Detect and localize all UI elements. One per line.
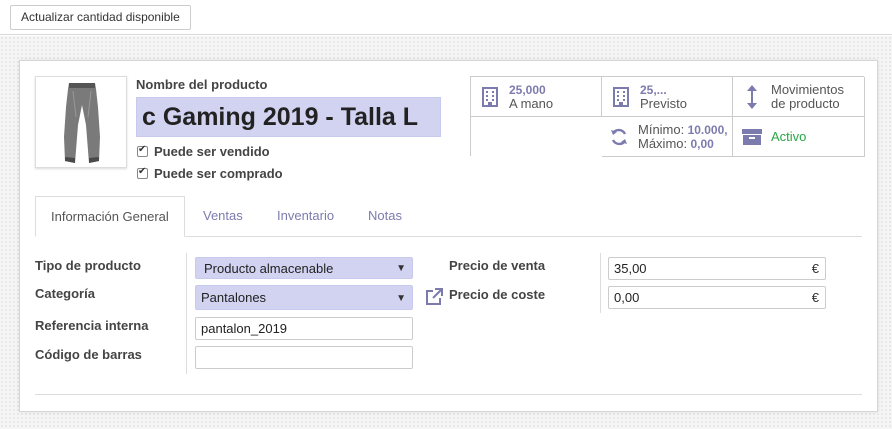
can-be-sold-checkbox[interactable]: Puede ser vendido bbox=[137, 144, 270, 159]
min-value: 10.000, bbox=[687, 122, 728, 137]
product-name-input[interactable]: c Gaming 2019 - Talla L bbox=[136, 97, 441, 137]
tab-sales[interactable]: Ventas bbox=[203, 196, 243, 237]
barcode-input[interactable] bbox=[195, 346, 413, 369]
checkbox-checked-icon bbox=[137, 144, 148, 157]
product-type-label: Tipo de producto bbox=[35, 258, 141, 273]
active-label: Activo bbox=[771, 129, 807, 144]
archive-icon bbox=[741, 128, 763, 146]
max-label: Máximo: bbox=[638, 135, 688, 151]
form-background: Nombre del producto c Gaming 2019 - Tall… bbox=[0, 36, 892, 429]
on-hand-button[interactable]: 25,000 A mano bbox=[471, 77, 602, 117]
label-separator bbox=[186, 253, 187, 374]
can-be-purchased-checkbox[interactable]: Puede ser comprado bbox=[137, 166, 283, 181]
chevron-down-icon: ▼ bbox=[396, 263, 406, 274]
arrows-vertical-icon bbox=[741, 84, 763, 110]
product-type-select[interactable]: Producto almacenable ▼ bbox=[195, 257, 413, 279]
currency-symbol: € bbox=[811, 261, 819, 276]
forecast-button[interactable]: 25,... Previsto bbox=[602, 77, 733, 117]
refresh-icon bbox=[608, 127, 630, 147]
on-hand-value: 25,000 bbox=[509, 82, 546, 97]
max-value: 0,00 bbox=[690, 136, 714, 151]
tab-notes[interactable]: Notas bbox=[368, 196, 402, 237]
category-label: Categoría bbox=[35, 286, 95, 301]
internal-reference-value: pantalon_2019 bbox=[201, 321, 288, 336]
product-moves-button[interactable]: Movimientos de producto bbox=[733, 77, 865, 117]
forecast-label: Previsto bbox=[640, 95, 687, 111]
min-label: Mínimo: bbox=[638, 121, 685, 137]
building-icon bbox=[610, 86, 632, 107]
product-type-value: Producto almacenable bbox=[204, 261, 334, 276]
product-name-label: Nombre del producto bbox=[136, 77, 268, 92]
external-link-icon[interactable] bbox=[424, 287, 444, 310]
on-hand-label: A mano bbox=[509, 95, 554, 111]
currency-symbol: € bbox=[811, 290, 819, 305]
tab-inventory[interactable]: Inventario bbox=[277, 196, 334, 237]
building-icon bbox=[479, 86, 501, 107]
smart-buttons: 25,000 A mano 25,... Previsto Movimientos d… bbox=[470, 76, 865, 157]
moves-line1: Movimientos bbox=[771, 81, 844, 97]
moves-line2: de producto bbox=[771, 95, 840, 111]
internal-reference-input[interactable]: pantalon_2019 bbox=[195, 317, 413, 340]
label-separator bbox=[600, 253, 601, 313]
update-quantity-button[interactable]: Actualizar cantidad disponible bbox=[10, 5, 191, 30]
notebook-tabs: Información General Ventas Inventario No… bbox=[35, 196, 862, 237]
sale-price-label: Precio de venta bbox=[449, 258, 546, 273]
forecast-value: 25,... bbox=[640, 82, 667, 97]
can-be-purchased-label: Puede ser comprado bbox=[154, 166, 283, 181]
cost-price-input[interactable]: 0,00 € bbox=[608, 286, 826, 309]
chevron-down-icon: ▼ bbox=[396, 293, 406, 304]
cost-price-label: Precio de coste bbox=[449, 287, 546, 302]
category-select[interactable]: Pantalones ▼ bbox=[195, 285, 413, 310]
pants-image bbox=[64, 83, 100, 163]
form-sheet: Nombre del producto c Gaming 2019 - Tall… bbox=[19, 60, 878, 412]
product-name-value: c Gaming 2019 - Talla L bbox=[142, 103, 419, 131]
tab-general-information[interactable]: Información General bbox=[35, 196, 185, 237]
cost-price-value: 0,00 bbox=[614, 290, 640, 305]
reordering-rules-button[interactable]: Mínimo: 10.000, Máximo: 0,00 bbox=[602, 117, 733, 157]
sale-price-input[interactable]: 35,00 € bbox=[608, 257, 826, 280]
active-toggle-button[interactable]: Activo bbox=[733, 117, 865, 157]
barcode-label: Código de barras bbox=[35, 347, 142, 362]
sale-price-value: 35,00 bbox=[614, 261, 647, 276]
checkbox-checked-icon bbox=[137, 166, 148, 179]
category-value: Pantalones bbox=[201, 290, 267, 305]
divider bbox=[35, 394, 862, 395]
internal-reference-label: Referencia interna bbox=[35, 318, 149, 333]
product-image[interactable] bbox=[35, 76, 127, 168]
can-be-sold-label: Puede ser vendido bbox=[154, 144, 270, 159]
control-panel: Actualizar cantidad disponible bbox=[0, 0, 892, 35]
